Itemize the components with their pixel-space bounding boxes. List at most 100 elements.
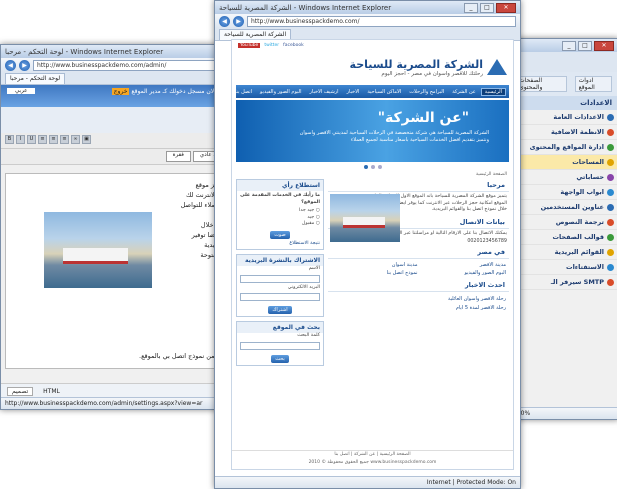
city-link[interactable]: البوم الصور والفيديو [420,270,507,276]
pyramid-logo-icon [487,59,507,75]
youtube-link[interactable]: YouTube [238,43,261,48]
admin-url-field[interactable]: http://www.businesspackdemo.com/admin/ [33,59,229,71]
nav-places[interactable]: الاماكن السياحية [364,89,404,95]
settings-item-addresses[interactable]: عناوين المستخدمين [509,200,617,215]
newsletter-name-label: الاسم [308,266,320,271]
language-select[interactable]: عربي [7,88,36,94]
menu-pages-content[interactable]: الصفحات والمحتوى [515,76,567,92]
settings-item-label: الانظمة الاضافية [550,128,604,136]
slider-dot[interactable] [377,165,382,169]
settings-item-front-gates[interactable]: ابواب الواجهة [509,185,617,200]
align-right-icon[interactable]: ≡ [60,135,69,144]
bold-icon[interactable]: B [5,135,14,144]
site-title-bar: الشركة المصرية للسياحة - Windows Interne… [215,1,520,14]
minimize-icon[interactable]: _ [562,40,576,51]
settings-item-smtp[interactable]: سيرفر الـ SMTP [509,275,617,290]
twitter-link[interactable]: twitter [264,43,279,48]
newsletter-name-input[interactable] [240,274,320,283]
poll-results-link[interactable]: نتيجة الاستطلاع [237,241,323,250]
side-widgets: استطلاع رأي ما رأيك في الخدمات المقدمة ع… [236,179,324,366]
news-link[interactable]: رحلة الاقصر لمدة 5 ايام [331,304,506,313]
admin-header: انت الان مسجل دخولك كـ مدير الموقع خروج … [1,85,233,107]
translate-icon [607,218,614,226]
italic-icon[interactable]: I [16,135,25,144]
editor-toolbar: B I U ≡ ≡ ≡ ∞ ▣ [1,133,233,149]
forward-icon[interactable]: ▶ [19,59,30,71]
newsletter-email-label: البريد الالكتروني [287,284,320,290]
site-tab[interactable]: الشركة المصرية للسياحة [219,28,292,40]
city-link[interactable]: مدينة اسوان [331,262,418,268]
newsletter-email-input[interactable] [240,293,320,301]
nav-home[interactable]: الرئيسية [480,87,506,96]
close-icon[interactable]: ✕ [496,2,516,13]
settings-item-label: المساحات [572,158,604,166]
site-url-field[interactable]: http://www.businesspackdemo.com/ [247,15,516,27]
image-icon[interactable]: ▣ [82,135,91,144]
menu-site-tools[interactable]: ادوات الموقع [574,76,612,92]
settings-item-translation[interactable]: ترجمة النصوص [509,215,617,230]
nav-programs[interactable]: البرامج والرحلات [406,89,447,95]
footer-copy-text: جميع الحقوق محفوظة © 2010 [308,460,369,465]
newsletter-subscribe-button[interactable]: اشتراك [268,306,292,314]
html-tab[interactable]: HTML [39,388,64,395]
maximize-icon[interactable]: □ [480,2,494,13]
hero-banner: "عن الشركة" الشركة المصرية للسياحة هي شر… [236,100,509,162]
settings-item-addons[interactable]: الانظمة الاضافية [509,125,617,140]
newsletter-box: الاشتراك بالنشرة البريدية الاسم البريد ا… [236,254,324,317]
settings-item-label: الاستفتاءات [566,263,604,271]
editor-mode-bar: تصميم HTML [1,383,233,398]
settings-item-accounts[interactable]: حساباتي [509,170,617,185]
search-input[interactable] [240,341,320,350]
newsletter-title: الاشتراك بالنشرة البريدية [237,255,323,266]
site-window-title: الشركة المصرية للسياحة - Windows Interne… [219,3,392,12]
news-link[interactable]: رحلة الاقصر واسوان العائلية [331,295,506,304]
search-button[interactable]: بحث [271,354,289,363]
city-link[interactable]: مدينة الاقصر [420,262,506,268]
hero-text: الشركة المصرية للسياحة هي شركة متخصصة في… [299,130,489,143]
slider-dot[interactable] [370,165,375,169]
nav-archive[interactable]: ارشيف الاخبار [307,89,342,95]
settings-item-general[interactable]: الاعدادات العامة [509,110,617,125]
zoom-indicator[interactable]: 100% [509,407,617,419]
align-left-icon[interactable]: ≡ [38,135,47,144]
editor-format-toolbar: خط عادي فقرة [1,149,233,165]
minimize-icon[interactable]: _ [464,2,478,13]
settings-item-spaces[interactable]: المساحات [509,155,617,170]
news-list: رحلة الاقصر واسوان العائلية رحلة الاقصر … [328,292,509,316]
maximize-icon[interactable]: □ [578,40,592,51]
settings-item-label: ابواب الواجهة [560,188,604,196]
rich-text-editor[interactable]: يتميز موقع ثر الانترنت لك بالعملاء للتوا… [5,173,229,369]
cities-title: في مصر [328,246,509,259]
link-icon[interactable]: ∞ [71,135,80,144]
news-title: احدث الاخبار [328,279,509,292]
address-icon [607,203,614,211]
format-select[interactable]: فقرة [165,151,191,162]
admin-tab[interactable]: لوحة التحكم - مرحبا [5,72,66,84]
cruise-photo [330,194,400,242]
settings-item-sites[interactable]: ادارة المواقع والمحتوى [509,140,617,155]
site-logo[interactable]: الشركة المصرية للسياحة رحلتك للاقصر واسو… [232,51,513,83]
close-icon[interactable]: ✕ [594,40,614,51]
footer-domain: www.businesspackdemo.com [370,460,437,465]
nav-news[interactable]: الاخبار [344,89,363,95]
nav-gallery[interactable]: البوم الصور والفيديو [257,89,305,95]
forward-icon[interactable]: ▶ [233,15,244,27]
slider-dots [232,165,513,169]
back-icon[interactable]: ◀ [219,15,230,27]
footer-links[interactable]: الصفحة الرئيسية | عن الشركة | اتصل بنا [232,451,513,459]
settings-item-polls[interactable]: الاستفتاءات [509,260,617,275]
poll-vote-button[interactable]: صوت [270,230,290,239]
align-center-icon[interactable]: ≡ [49,135,58,144]
city-link[interactable]: نموذج اتصل بنا [331,270,418,276]
slider-dot[interactable] [363,165,368,169]
nav-about[interactable]: عن الشركة [449,89,479,95]
underline-icon[interactable]: U [27,135,36,144]
logout-link[interactable]: خروج [111,88,130,95]
nav-contact[interactable]: اتصل بنا [232,89,255,95]
design-tab[interactable]: تصميم [7,386,34,396]
settings-item-templates[interactable]: قوالب الصفحات [509,230,617,245]
facebook-link[interactable]: facebook [283,43,304,48]
back-icon[interactable]: ◀ [5,59,16,71]
user-icon [607,173,614,181]
settings-item-mailing[interactable]: القوائم البريدية [509,245,617,260]
